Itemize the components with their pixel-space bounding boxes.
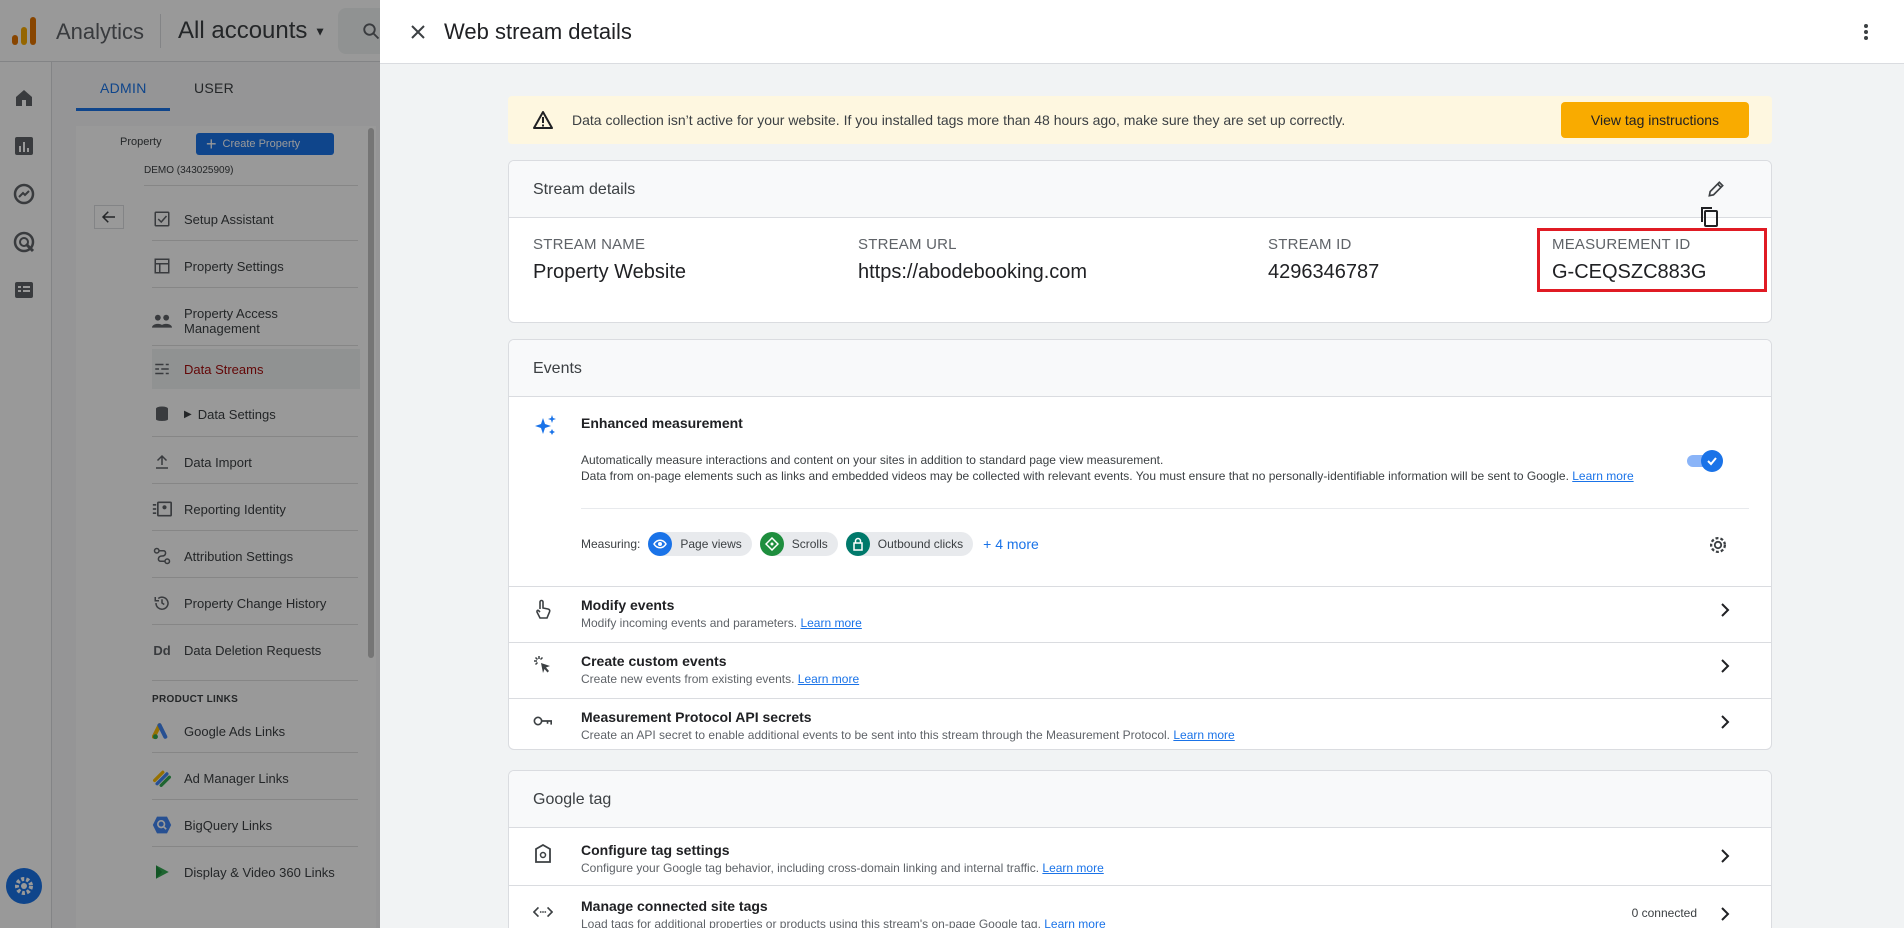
stream-name-value: Property Website: [533, 261, 687, 283]
enhanced-measurement-note: Data from on-page elements such as links…: [581, 469, 1671, 484]
learn-more-link[interactable]: Learn more: [800, 616, 861, 630]
row-title: Modify events: [581, 597, 675, 613]
row-subtitle: Create an API secret to enable additiona…: [581, 728, 1235, 742]
copy-icon[interactable]: [1697, 205, 1721, 229]
lock-icon: [845, 532, 870, 556]
eye-icon: [648, 532, 673, 556]
view-tag-instructions-button[interactable]: View tag instructions: [1561, 102, 1749, 138]
learn-more-link[interactable]: Learn more: [1044, 917, 1105, 928]
row-subtitle: Load tags for additional properties or p…: [581, 917, 1106, 928]
stream-id-label: STREAM ID: [1268, 236, 1352, 253]
card-title: Google tag: [533, 791, 612, 808]
row-subtitle: Create new events from existing events. …: [581, 672, 859, 686]
manage-connected-site-tags-row[interactable]: Manage connected site tags Load tags for…: [509, 885, 1771, 928]
drawer-header: Web stream details: [380, 0, 1904, 64]
stream-id-field: STREAM ID 4296346787: [1268, 236, 1379, 284]
stream-url-value: https://abodebooking.com: [858, 261, 1088, 283]
enhanced-measurement-title: Enhanced measurement: [581, 415, 743, 431]
row-title: Create custom events: [581, 653, 727, 669]
subtitle-text: Create new events from existing events.: [581, 672, 795, 686]
warning-icon: [533, 111, 553, 129]
card-title: Events: [533, 360, 582, 377]
subtitle-text: Modify incoming events and parameters.: [581, 616, 798, 630]
click-cursor-icon: [533, 655, 553, 675]
card-header: Stream details: [509, 161, 1771, 218]
google-tag-card: Google tag Configure tag settings Config…: [508, 770, 1772, 928]
card-header: Events: [509, 340, 1771, 397]
stream-name-field: STREAM NAME Property Website: [533, 236, 686, 284]
divider: [581, 508, 1749, 509]
chip-scrolls: Scrolls: [759, 532, 838, 556]
note-text: Data from on-page elements such as links…: [581, 469, 1569, 483]
stream-url-label: STREAM URL: [858, 236, 957, 253]
subtitle-text: Configure your Google tag behavior, incl…: [581, 861, 1040, 875]
row-title: Measurement Protocol API secrets: [581, 709, 812, 725]
learn-more-link[interactable]: Learn more: [1042, 861, 1103, 875]
close-icon: [411, 25, 425, 39]
create-custom-events-row[interactable]: Create custom events Create new events f…: [509, 642, 1771, 688]
more-options-button[interactable]: [1854, 20, 1878, 44]
card-title: Stream details: [533, 181, 636, 198]
connected-count: 0 connected: [1631, 906, 1697, 920]
chip-label: Scrolls: [791, 537, 828, 551]
row-title: Configure tag settings: [581, 842, 730, 858]
chevron-right-icon: [1721, 603, 1730, 617]
configure-tag-settings-row[interactable]: Configure tag settings Configure your Go…: [509, 828, 1771, 885]
enhanced-measurement-toggle[interactable]: [1687, 450, 1723, 472]
check-icon: [1707, 457, 1717, 466]
card-header: Google tag: [509, 771, 1771, 828]
row-title: Manage connected site tags: [581, 898, 768, 914]
measurement-protocol-api-secrets-row[interactable]: Measurement Protocol API secrets Create …: [509, 698, 1771, 744]
close-button[interactable]: [404, 18, 432, 46]
more-measurements-link[interactable]: + 4 more: [983, 536, 1039, 552]
chip-outbound-clicks: Outbound clicks: [845, 532, 974, 556]
row-subtitle: Modify incoming events and parameters. L…: [581, 616, 862, 630]
settings-gear-icon[interactable]: [1707, 534, 1729, 556]
chip-label: Outbound clicks: [877, 537, 964, 551]
enhanced-measurement-section: Enhanced measurement Automatically measu…: [509, 398, 1771, 586]
toggle-knob: [1701, 450, 1723, 472]
subtitle-text: Load tags for additional properties or p…: [581, 917, 1041, 928]
chip-page-views: Page views: [648, 532, 752, 556]
code-arrows-icon: [533, 902, 553, 922]
tag-shield-icon: [533, 844, 553, 864]
web-stream-details-drawer: Web stream details Data collection isn’t…: [380, 0, 1904, 928]
learn-more-link[interactable]: Learn more: [1173, 728, 1234, 742]
chevron-right-icon: [1721, 849, 1730, 863]
row-subtitle: Configure your Google tag behavior, incl…: [581, 861, 1104, 875]
measuring-row: Measuring: Page views Scrolls Outbound c…: [581, 532, 1039, 556]
events-card: Events Enhanced measurement Automaticall…: [508, 339, 1772, 750]
chevron-right-icon: [1721, 715, 1730, 729]
chevron-right-icon: [1721, 659, 1730, 673]
touch-icon: [533, 599, 553, 619]
learn-more-link[interactable]: Learn more: [1572, 469, 1633, 483]
chip-label: Page views: [680, 537, 742, 551]
key-icon: [533, 711, 553, 731]
modal-scrim[interactable]: [0, 0, 380, 928]
drawer-title: Web stream details: [444, 19, 632, 44]
warning-banner: Data collection isn’t active for your we…: [508, 96, 1772, 144]
scroll-icon: [759, 532, 784, 556]
stream-name-label: STREAM NAME: [533, 236, 646, 253]
learn-more-link[interactable]: Learn more: [798, 672, 859, 686]
measuring-label: Measuring:: [581, 537, 641, 551]
stream-url-field: STREAM URL https://abodebooking.com: [858, 236, 1087, 284]
measurement-id-highlight-box: [1537, 228, 1767, 292]
subtitle-text: Create an API secret to enable additiona…: [581, 728, 1171, 742]
banner-message: Data collection isn’t active for your we…: [572, 112, 1346, 128]
modify-events-row[interactable]: Modify events Modify incoming events and…: [509, 586, 1771, 632]
edit-pencil-icon[interactable]: [1706, 179, 1726, 199]
sparkle-icon: [535, 415, 556, 435]
stream-id-value: 4296346787: [1268, 261, 1380, 283]
enhanced-measurement-description: Automatically measure interactions and c…: [581, 453, 1164, 467]
more-vert-icon: [1864, 24, 1868, 40]
chevron-right-icon: [1721, 907, 1730, 921]
